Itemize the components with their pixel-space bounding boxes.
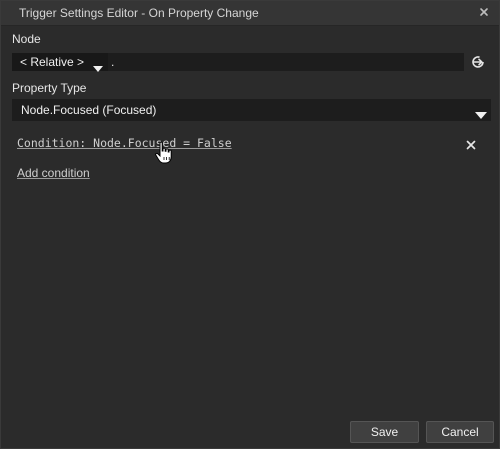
add-condition-link[interactable]: Add condition (17, 166, 90, 180)
hand-pointer-icon (154, 141, 174, 165)
remove-x-icon[interactable] (465, 138, 477, 150)
node-path-value[interactable]: . (111, 55, 114, 69)
property-type-dropdown[interactable]: Node.Focused (Focused) (12, 99, 491, 121)
title-bar[interactable]: Trigger Settings Editor - On Property Ch… (1, 1, 499, 26)
caret-down-icon (93, 59, 103, 77)
condition-link[interactable]: Condition: Node.Focused = False (17, 136, 232, 150)
cancel-button[interactable]: Cancel (426, 421, 494, 443)
relative-dropdown-value: < Relative > (20, 55, 85, 69)
node-path-field[interactable]: < Relative > . (12, 53, 464, 72)
save-button[interactable]: Save (350, 421, 419, 443)
node-label: Node (12, 32, 41, 46)
cancel-button-label: Cancel (441, 425, 479, 439)
close-icon[interactable] (477, 5, 491, 19)
relative-dropdown[interactable]: < Relative > (12, 53, 108, 72)
caret-down-icon (475, 106, 487, 124)
property-type-value: Node.Focused (Focused) (21, 103, 157, 117)
trigger-settings-dialog: Trigger Settings Editor - On Property Ch… (0, 0, 500, 449)
save-button-label: Save (370, 425, 399, 439)
window-title: Trigger Settings Editor - On Property Ch… (19, 6, 259, 20)
property-type-label: Property Type (12, 81, 87, 95)
arrow-right-circle-icon[interactable] (470, 54, 486, 70)
